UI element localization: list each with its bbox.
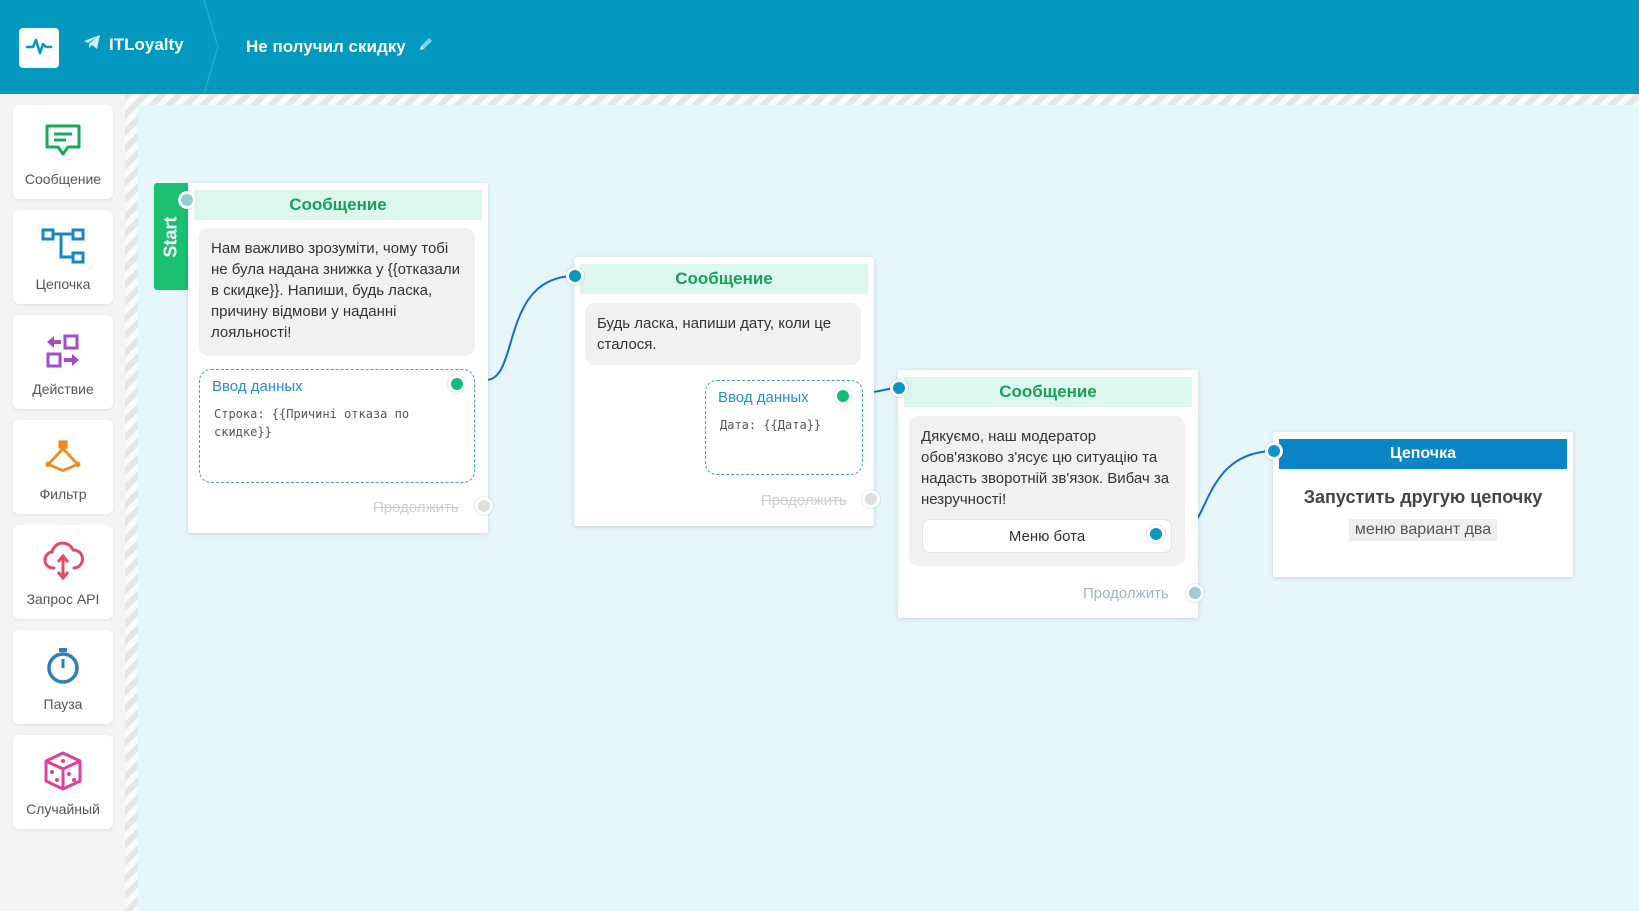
node1-input-output-port[interactable] — [448, 375, 466, 393]
input-value: Строка: {{Причині отказа по скидке}} — [214, 407, 410, 439]
node3-continue-port[interactable] — [1186, 584, 1204, 602]
pencil-icon[interactable] — [418, 36, 434, 57]
node2-input-output-port[interactable] — [834, 387, 852, 405]
app-logo[interactable] — [19, 28, 59, 68]
dice-icon — [41, 749, 85, 793]
data-input-block[interactable]: Ввод данных Строка: {{Причині отказа по … — [199, 369, 475, 483]
tool-message[interactable]: Сообщение — [13, 105, 113, 199]
chain-subtitle: Запустить другую цепочку — [1303, 487, 1543, 507]
message-node-2[interactable]: Сообщение Будь ласка, напиши дату, коли … — [574, 257, 874, 526]
menu-bot-button[interactable]: Меню бота — [922, 519, 1172, 553]
tool-label: Сообщение — [24, 171, 102, 187]
node2-input-port[interactable] — [566, 267, 584, 285]
page-title: Не получил скидку — [246, 36, 434, 57]
wire-node1-node2 — [485, 275, 576, 381]
telegram-icon — [83, 34, 101, 55]
message-bubble[interactable]: Нам важливо зрозуміти, чому тобі не була… — [199, 228, 475, 356]
continue-link[interactable]: Продолжить — [373, 499, 459, 516]
message-text: Дякуємо, наш модератор обов'язково з'ясу… — [921, 428, 1170, 508]
node3-input-port[interactable] — [890, 379, 908, 397]
filter-icon — [41, 434, 85, 478]
tool-label: Действие — [32, 381, 94, 397]
tool-pause[interactable]: Пауза — [13, 630, 113, 724]
node-header: Цепочка — [1279, 439, 1567, 469]
node1-input-port[interactable] — [178, 191, 196, 209]
chain-name-badge[interactable]: меню вариант два — [1348, 519, 1498, 541]
node-header: Сообщение — [194, 190, 482, 220]
breadcrumb-separator — [204, 0, 219, 94]
chain-node[interactable]: Цепочка Запустить другую цепочку меню ва… — [1273, 432, 1573, 577]
tool-label: Случайный — [26, 801, 100, 817]
top-header: ITLoyalty Не получил скидку — [0, 0, 1639, 94]
tool-filter[interactable]: Фильтр — [13, 420, 113, 514]
message-bubble[interactable]: Будь ласка, напиши дату, коли це сталося… — [585, 303, 861, 365]
tool-api-request[interactable]: Запрос API — [13, 525, 113, 619]
canvas-edge-top — [125, 94, 1639, 105]
tool-label: Пауза — [43, 696, 83, 712]
pulse-icon — [25, 32, 53, 65]
tool-chain[interactable]: Цепочка — [13, 210, 113, 304]
node-header: Сообщение — [580, 264, 868, 294]
tool-sidebar: Сообщение Цепочка Действие Фильтр Запрос… — [0, 94, 125, 911]
tool-label: Цепочка — [35, 276, 91, 292]
start-label: Start — [160, 215, 181, 258]
continue-link[interactable]: Продолжить — [761, 492, 847, 509]
chain-icon — [41, 224, 85, 268]
api-cloud-icon — [41, 539, 85, 583]
canvas-edge-left — [125, 94, 138, 911]
message-icon — [41, 119, 85, 163]
action-icon — [41, 329, 85, 373]
input-title: Ввод данных — [212, 378, 303, 395]
bot-name: ITLoyalty — [109, 34, 184, 54]
breadcrumb-bot[interactable]: ITLoyalty — [83, 34, 184, 55]
chain-input-port[interactable] — [1265, 442, 1283, 460]
tool-random[interactable]: Случайный — [13, 735, 113, 829]
node-header: Сообщение — [904, 377, 1192, 407]
tool-action[interactable]: Действие — [13, 315, 113, 409]
tool-label: Фильтр — [39, 486, 87, 502]
tool-label: Запрос API — [26, 591, 100, 607]
message-node-1[interactable]: Сообщение Нам важливо зрозуміти, чому то… — [188, 183, 488, 533]
node2-continue-port[interactable] — [862, 490, 880, 508]
chain-name-wrap: меню вариант два — [1273, 519, 1573, 541]
continue-link[interactable]: Продолжить — [1083, 585, 1169, 602]
input-title: Ввод данных — [718, 389, 809, 406]
timer-icon — [41, 644, 85, 688]
input-value: Дата: {{Дата}} — [720, 418, 822, 432]
chain-title-text: Не получил скидку — [246, 36, 406, 56]
node1-continue-port[interactable] — [475, 497, 493, 515]
message-node-3[interactable]: Сообщение Дякуємо, наш модератор обов'яз… — [898, 370, 1198, 618]
node3-button-port[interactable] — [1147, 525, 1165, 543]
